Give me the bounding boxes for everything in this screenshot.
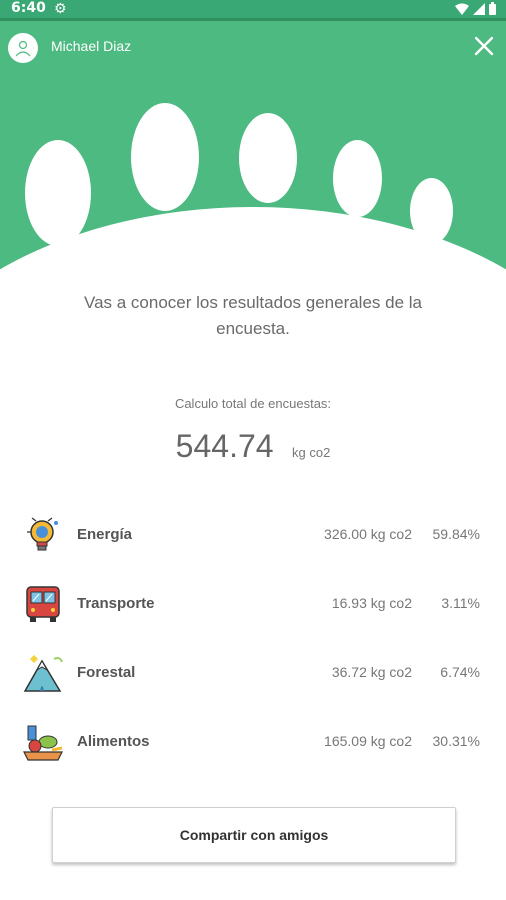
- food-icon: [23, 725, 63, 761]
- category-name: Transporte: [77, 595, 155, 612]
- status-time: 6:40: [11, 0, 46, 16]
- category-amount: 16.93 kg co2: [331, 595, 412, 611]
- category-amount: 326.00 kg co2: [324, 526, 412, 542]
- category-row-transporte: Transporte 16.93 kg co2 3.11%: [22, 582, 484, 626]
- signal-icon: [473, 2, 485, 15]
- lightbulb-icon: [27, 517, 58, 551]
- category-percent: 3.11%: [441, 595, 480, 611]
- settings-gear-icon: ⚙: [54, 1, 67, 17]
- category-name: Energía: [77, 526, 133, 543]
- footprint-toe: [333, 140, 382, 217]
- share-button[interactable]: Compartir con amigos: [52, 807, 456, 863]
- bus-icon: [26, 586, 60, 622]
- footprint-toe: [131, 103, 199, 211]
- user-avatar-icon: [15, 40, 31, 57]
- footprint-toe: [25, 140, 91, 246]
- category-name: Forestal: [77, 664, 136, 681]
- user-name: Michael Diaz: [51, 38, 132, 54]
- category-percent: 30.31%: [432, 733, 480, 749]
- close-button[interactable]: [470, 32, 498, 60]
- intro-text: Vas a conocer los resultados generales d…: [84, 293, 422, 338]
- battery-icon: [489, 2, 496, 15]
- total-row: 544.74 kg co2: [0, 428, 506, 465]
- total-unit: kg co2: [292, 445, 331, 461]
- category-row-forestal: Forestal 36.72 kg co2 6.74%: [22, 651, 484, 695]
- category-name: Alimentos: [77, 733, 150, 750]
- status-bar: 6:40 ⚙: [0, 0, 506, 18]
- category-amount: 36.72 kg co2: [331, 664, 412, 680]
- close-icon: [474, 36, 494, 56]
- category-amount: 165.09 kg co2: [324, 733, 412, 749]
- footprint-toe: [239, 113, 297, 203]
- total-label: Calculo total de encuestas:: [174, 396, 332, 411]
- category-percent: 59.84%: [432, 526, 480, 542]
- total-value: 544.74: [175, 428, 274, 464]
- category-row-energia: Energía 326.00 kg co2 59.84%: [22, 513, 484, 557]
- category-row-alimentos: Alimentos 165.09 kg co2 30.31%: [22, 720, 484, 764]
- avatar[interactable]: [8, 33, 38, 63]
- wifi-icon: [455, 3, 469, 15]
- mountain-icon: [23, 655, 63, 692]
- status-icons: [455, 2, 496, 15]
- category-percent: 6.74%: [440, 664, 480, 680]
